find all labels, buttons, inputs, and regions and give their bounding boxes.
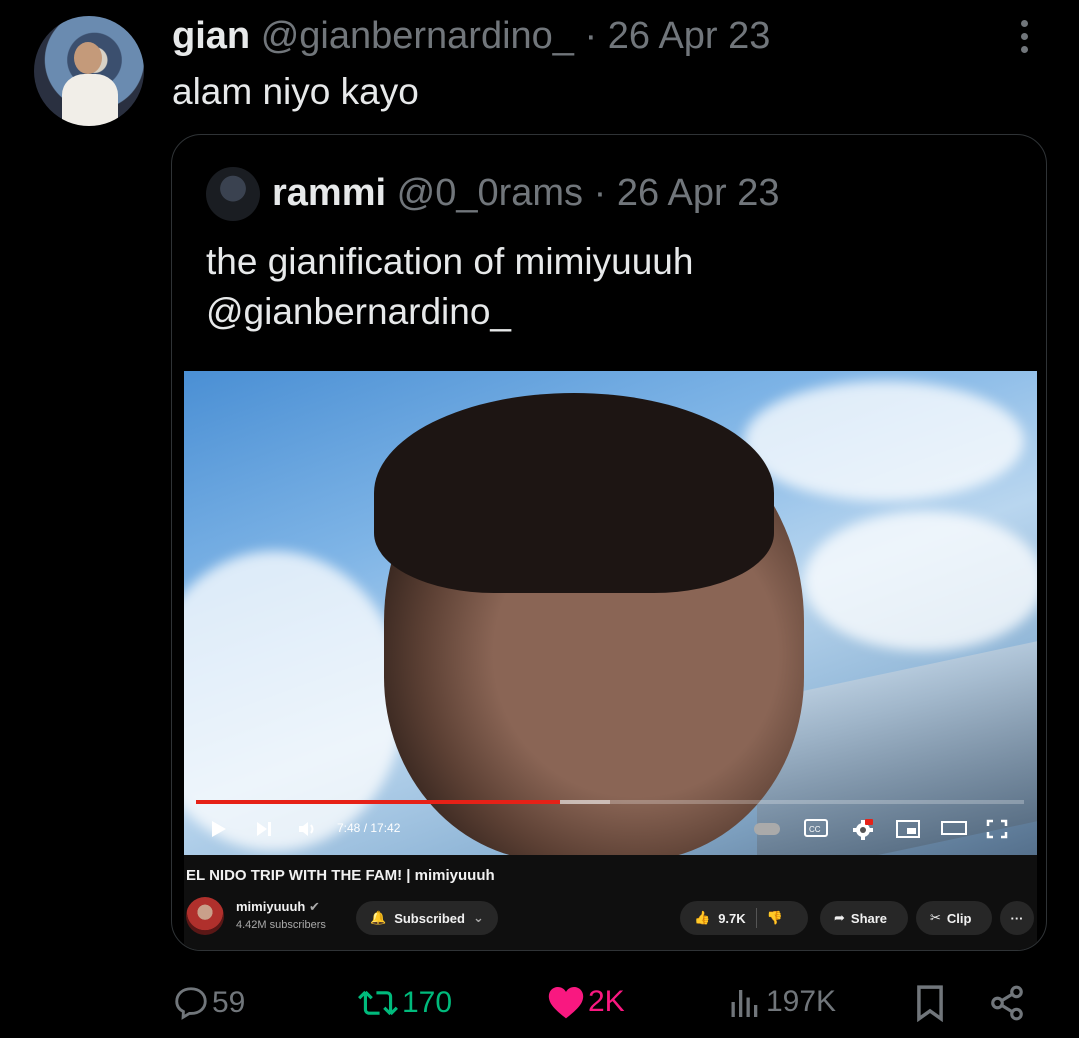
tweet-text: alam niyo kayo [172,71,419,112]
subscribed-button: 🔔 Subscribed ⌄ [356,901,498,935]
like-dislike-button: 👍 9.7K 👎 [680,901,808,935]
quoted-tweet-date: 26 Apr 23 [616,172,780,214]
clip-label: Clip [946,910,972,926]
autoplay-toggle[interactable] [754,823,780,835]
views-chart-icon [731,990,758,1017]
author-handle[interactable]: @gianbernardino_ [261,15,574,57]
scissors-icon: ✂ [930,910,941,925]
author-avatar[interactable] [34,16,144,126]
cloud-shape [184,551,404,851]
more-options-icon[interactable] [1014,20,1034,60]
heart-icon [548,986,584,1019]
bookmark-icon [917,985,943,1022]
video-progress-bar[interactable] [196,800,1024,804]
cloud-shape [744,381,1024,501]
share-arrow-icon: ➦ [834,910,845,925]
channel-name-text: mimiyuuuh [236,899,306,914]
quoted-text-line: the gianification of mimiyuuuh [206,241,694,282]
channel-avatar [186,897,224,935]
cloud-shape [804,511,1037,651]
like-count: 9.7K [718,910,746,926]
quoted-tweet-text: the gianification of mimiyuuuh @gianbern… [206,237,1026,337]
quoted-author-handle: @0_0rams [396,172,584,214]
author-name[interactable]: gian [172,15,250,57]
share-tweet-button[interactable] [988,984,1028,1022]
video-time: 7:48 / 17:42 [337,821,401,835]
video-controls: 7:48 / 17:42 CC [184,811,1037,847]
retweet-icon [358,990,398,1016]
like-divider [755,908,757,928]
bell-icon: 🔔 [370,910,387,925]
reply-icon [175,987,207,1020]
like-button[interactable]: 2K [546,984,625,1020]
play-icon[interactable] [208,819,228,839]
retweet-count: 170 [402,986,453,1019]
channel-subscribers: 4.42M subscribers [236,919,326,931]
quoted-header-separator: · [593,172,607,214]
header-separator: · [584,15,598,57]
theater-mode-icon[interactable] [941,819,967,837]
subscribed-label: Subscribed [394,910,465,926]
quoted-author-name: rammi [272,172,387,214]
like-count: 2K [588,985,625,1018]
share-label: Share [850,910,888,926]
reply-count: 59 [212,986,246,1019]
video-played-bar [196,800,561,804]
quoted-tweet[interactable]: rammi @0_0rams · 26 Apr 23 the gianifica… [171,134,1047,951]
svg-text:CC: CC [809,825,821,834]
quoted-author-avatar[interactable] [206,167,260,221]
quoted-mention[interactable]: @gianbernardino_ [206,287,1026,337]
bookmark-button[interactable] [914,984,948,1022]
views-button[interactable]: 197K [726,984,836,1020]
quoted-tweet-header: rammi @0_0rams · 26 Apr 23 [272,171,780,215]
thumbs-down-icon: 👎 [766,910,783,925]
next-icon[interactable] [254,819,274,839]
fullscreen-icon[interactable] [986,819,1008,839]
volume-icon[interactable] [297,819,319,839]
settings-gear-icon[interactable] [852,819,874,841]
share-icon [991,985,1023,1021]
person-hair [374,393,774,593]
video-more-button: ··· [1000,901,1034,935]
video-title: EL NIDO TRIP WITH THE FAM! | mimiyuuuh [186,867,495,884]
avatar-figure-body [62,74,118,126]
views-count: 197K [766,985,837,1018]
thumbs-up-icon: 👍 [694,910,711,925]
video-screenshot[interactable]: 7:48 / 17:42 CC [184,371,1037,855]
channel-name: mimiyuuuh ✔ [236,899,320,915]
chevron-down-icon: ⌄ [472,910,484,925]
verified-check-icon: ✔ [308,899,320,914]
miniplayer-icon[interactable] [896,819,920,839]
share-button: ➦ Share [820,901,908,935]
youtube-meta-panel: EL NIDO TRIP WITH THE FAM! | mimiyuuuh m… [184,855,1037,950]
tweet-actions: 59 170 2K 197K [0,978,1079,1026]
retweet-button[interactable]: 170 [356,984,452,1022]
tweet-date[interactable]: 26 Apr 23 [608,15,771,57]
avatar-figure-face [74,42,102,74]
tweet-header: gian @gianbernardino_ · 26 Apr 23 [172,14,770,58]
reply-button[interactable]: 59 [172,984,245,1022]
captions-icon[interactable]: CC [804,819,828,837]
clip-button: ✂ Clip [916,901,992,935]
